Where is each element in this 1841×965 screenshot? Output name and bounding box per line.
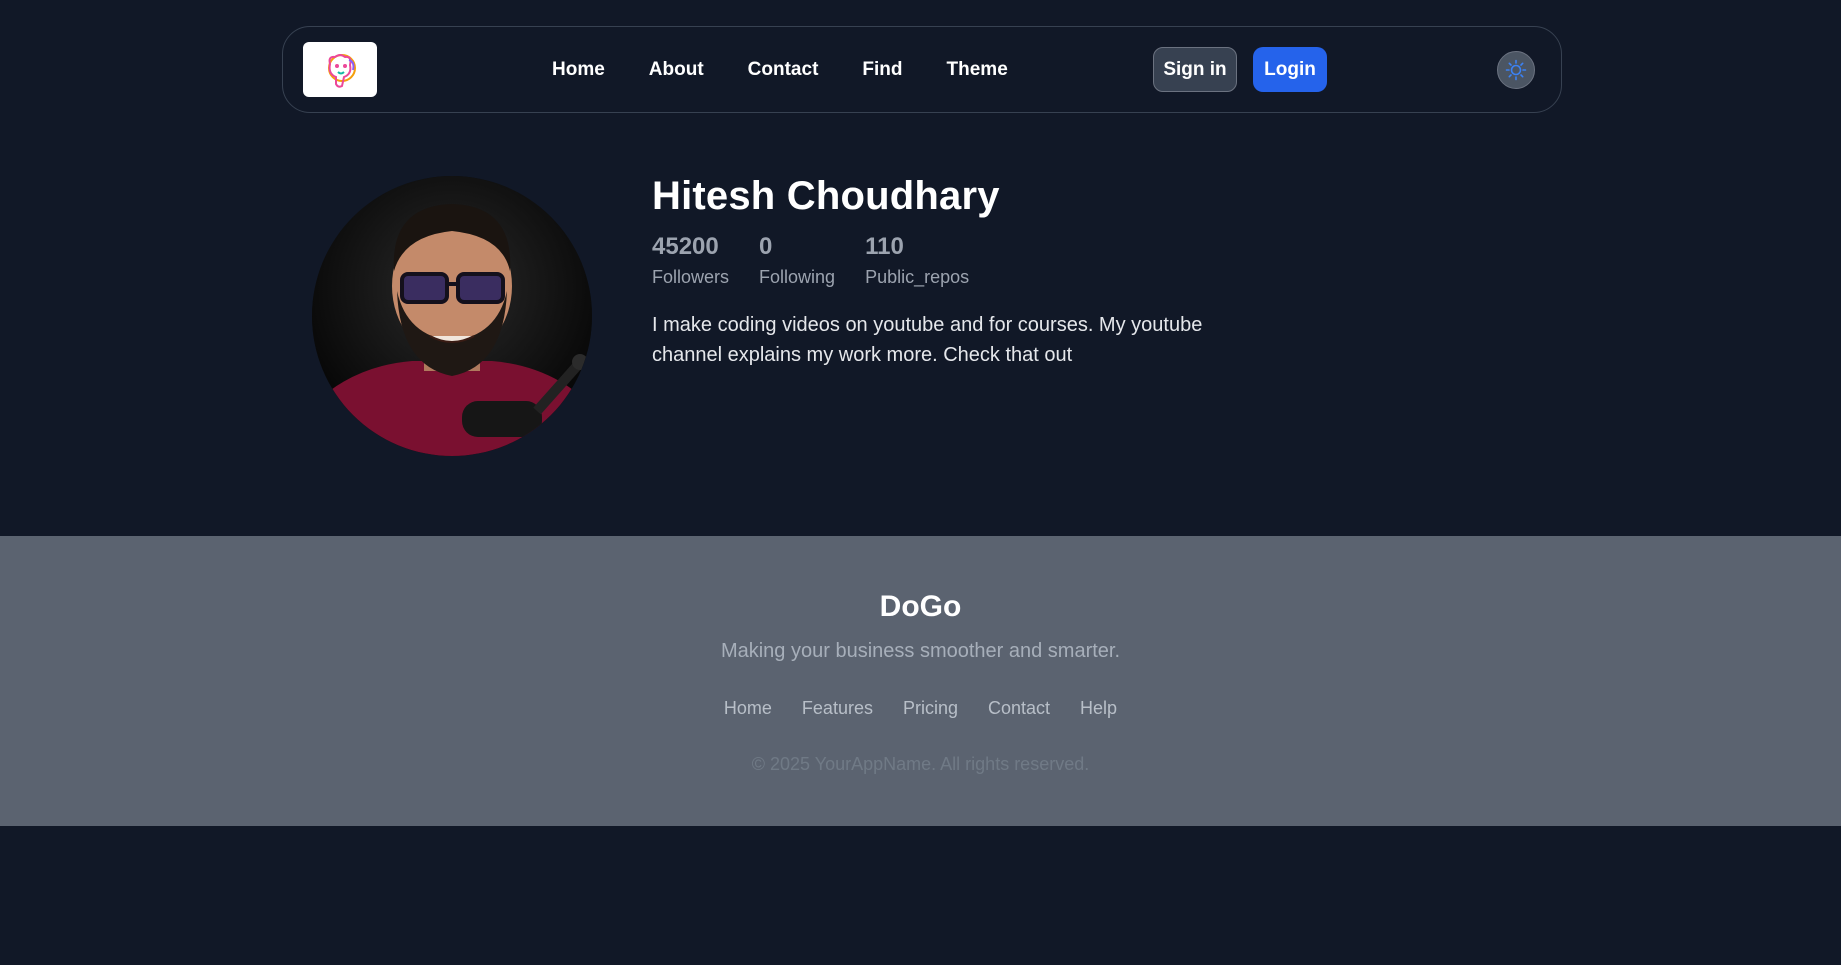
profile-name: Hitesh Choudhary bbox=[652, 174, 1000, 218]
profile-avatar bbox=[312, 176, 592, 456]
sun-icon bbox=[1505, 59, 1527, 81]
sign-in-button[interactable]: Sign in bbox=[1153, 47, 1237, 92]
nav-links: Home About Contact Find Theme bbox=[552, 27, 1052, 112]
stat-following: 0 Following bbox=[759, 233, 835, 288]
footer-link-features[interactable]: Features bbox=[802, 698, 873, 719]
profile-bio: I make coding videos on youtube and for … bbox=[652, 314, 1203, 366]
logo[interactable] bbox=[303, 42, 377, 97]
theme-toggle-button[interactable] bbox=[1497, 51, 1535, 89]
stat-followers: 45200 Followers bbox=[652, 233, 729, 288]
nav-link-about[interactable]: About bbox=[649, 59, 704, 81]
stat-label: Public_repos bbox=[865, 267, 970, 287]
nav-link-theme[interactable]: Theme bbox=[947, 59, 1008, 81]
dog-logo-icon bbox=[328, 53, 356, 88]
nav-link-home[interactable]: Home bbox=[552, 59, 605, 81]
footer-link-home[interactable]: Home bbox=[724, 698, 772, 719]
footer: DoGo Making your business smoother and s… bbox=[0, 536, 1841, 826]
avatar-photo bbox=[312, 176, 592, 456]
nav-link-contact[interactable]: Contact bbox=[748, 59, 819, 81]
navbar: Home About Contact Find Theme Sign in Lo… bbox=[282, 26, 1562, 113]
footer-brand: DoGo bbox=[879, 590, 962, 623]
footer-link-contact[interactable]: Contact bbox=[988, 698, 1050, 719]
stat-label: Following bbox=[759, 267, 836, 287]
stat-value: 110 bbox=[865, 233, 904, 260]
stat-value: 0 bbox=[759, 233, 773, 260]
stat-value: 45200 bbox=[652, 233, 719, 260]
footer-copyright: © 2025 YourAppName. All rights reserved. bbox=[751, 754, 1090, 774]
footer-links: Home Features Pricing Contact Help bbox=[0, 698, 1841, 719]
footer-link-pricing[interactable]: Pricing bbox=[903, 698, 958, 719]
profile-info: Hitesh Choudhary 45200 Followers 0 Follo… bbox=[652, 174, 1232, 370]
stat-label: Followers bbox=[652, 267, 730, 287]
login-button[interactable]: Login bbox=[1253, 47, 1327, 92]
profile-stats: 45200 Followers 0 Following 110 Public_r… bbox=[652, 233, 1232, 288]
nav-link-find[interactable]: Find bbox=[862, 59, 902, 81]
stat-public-repos: 110 Public_repos bbox=[865, 233, 969, 288]
footer-link-help[interactable]: Help bbox=[1080, 698, 1117, 719]
footer-tagline: Making your business smoother and smarte… bbox=[720, 640, 1121, 662]
